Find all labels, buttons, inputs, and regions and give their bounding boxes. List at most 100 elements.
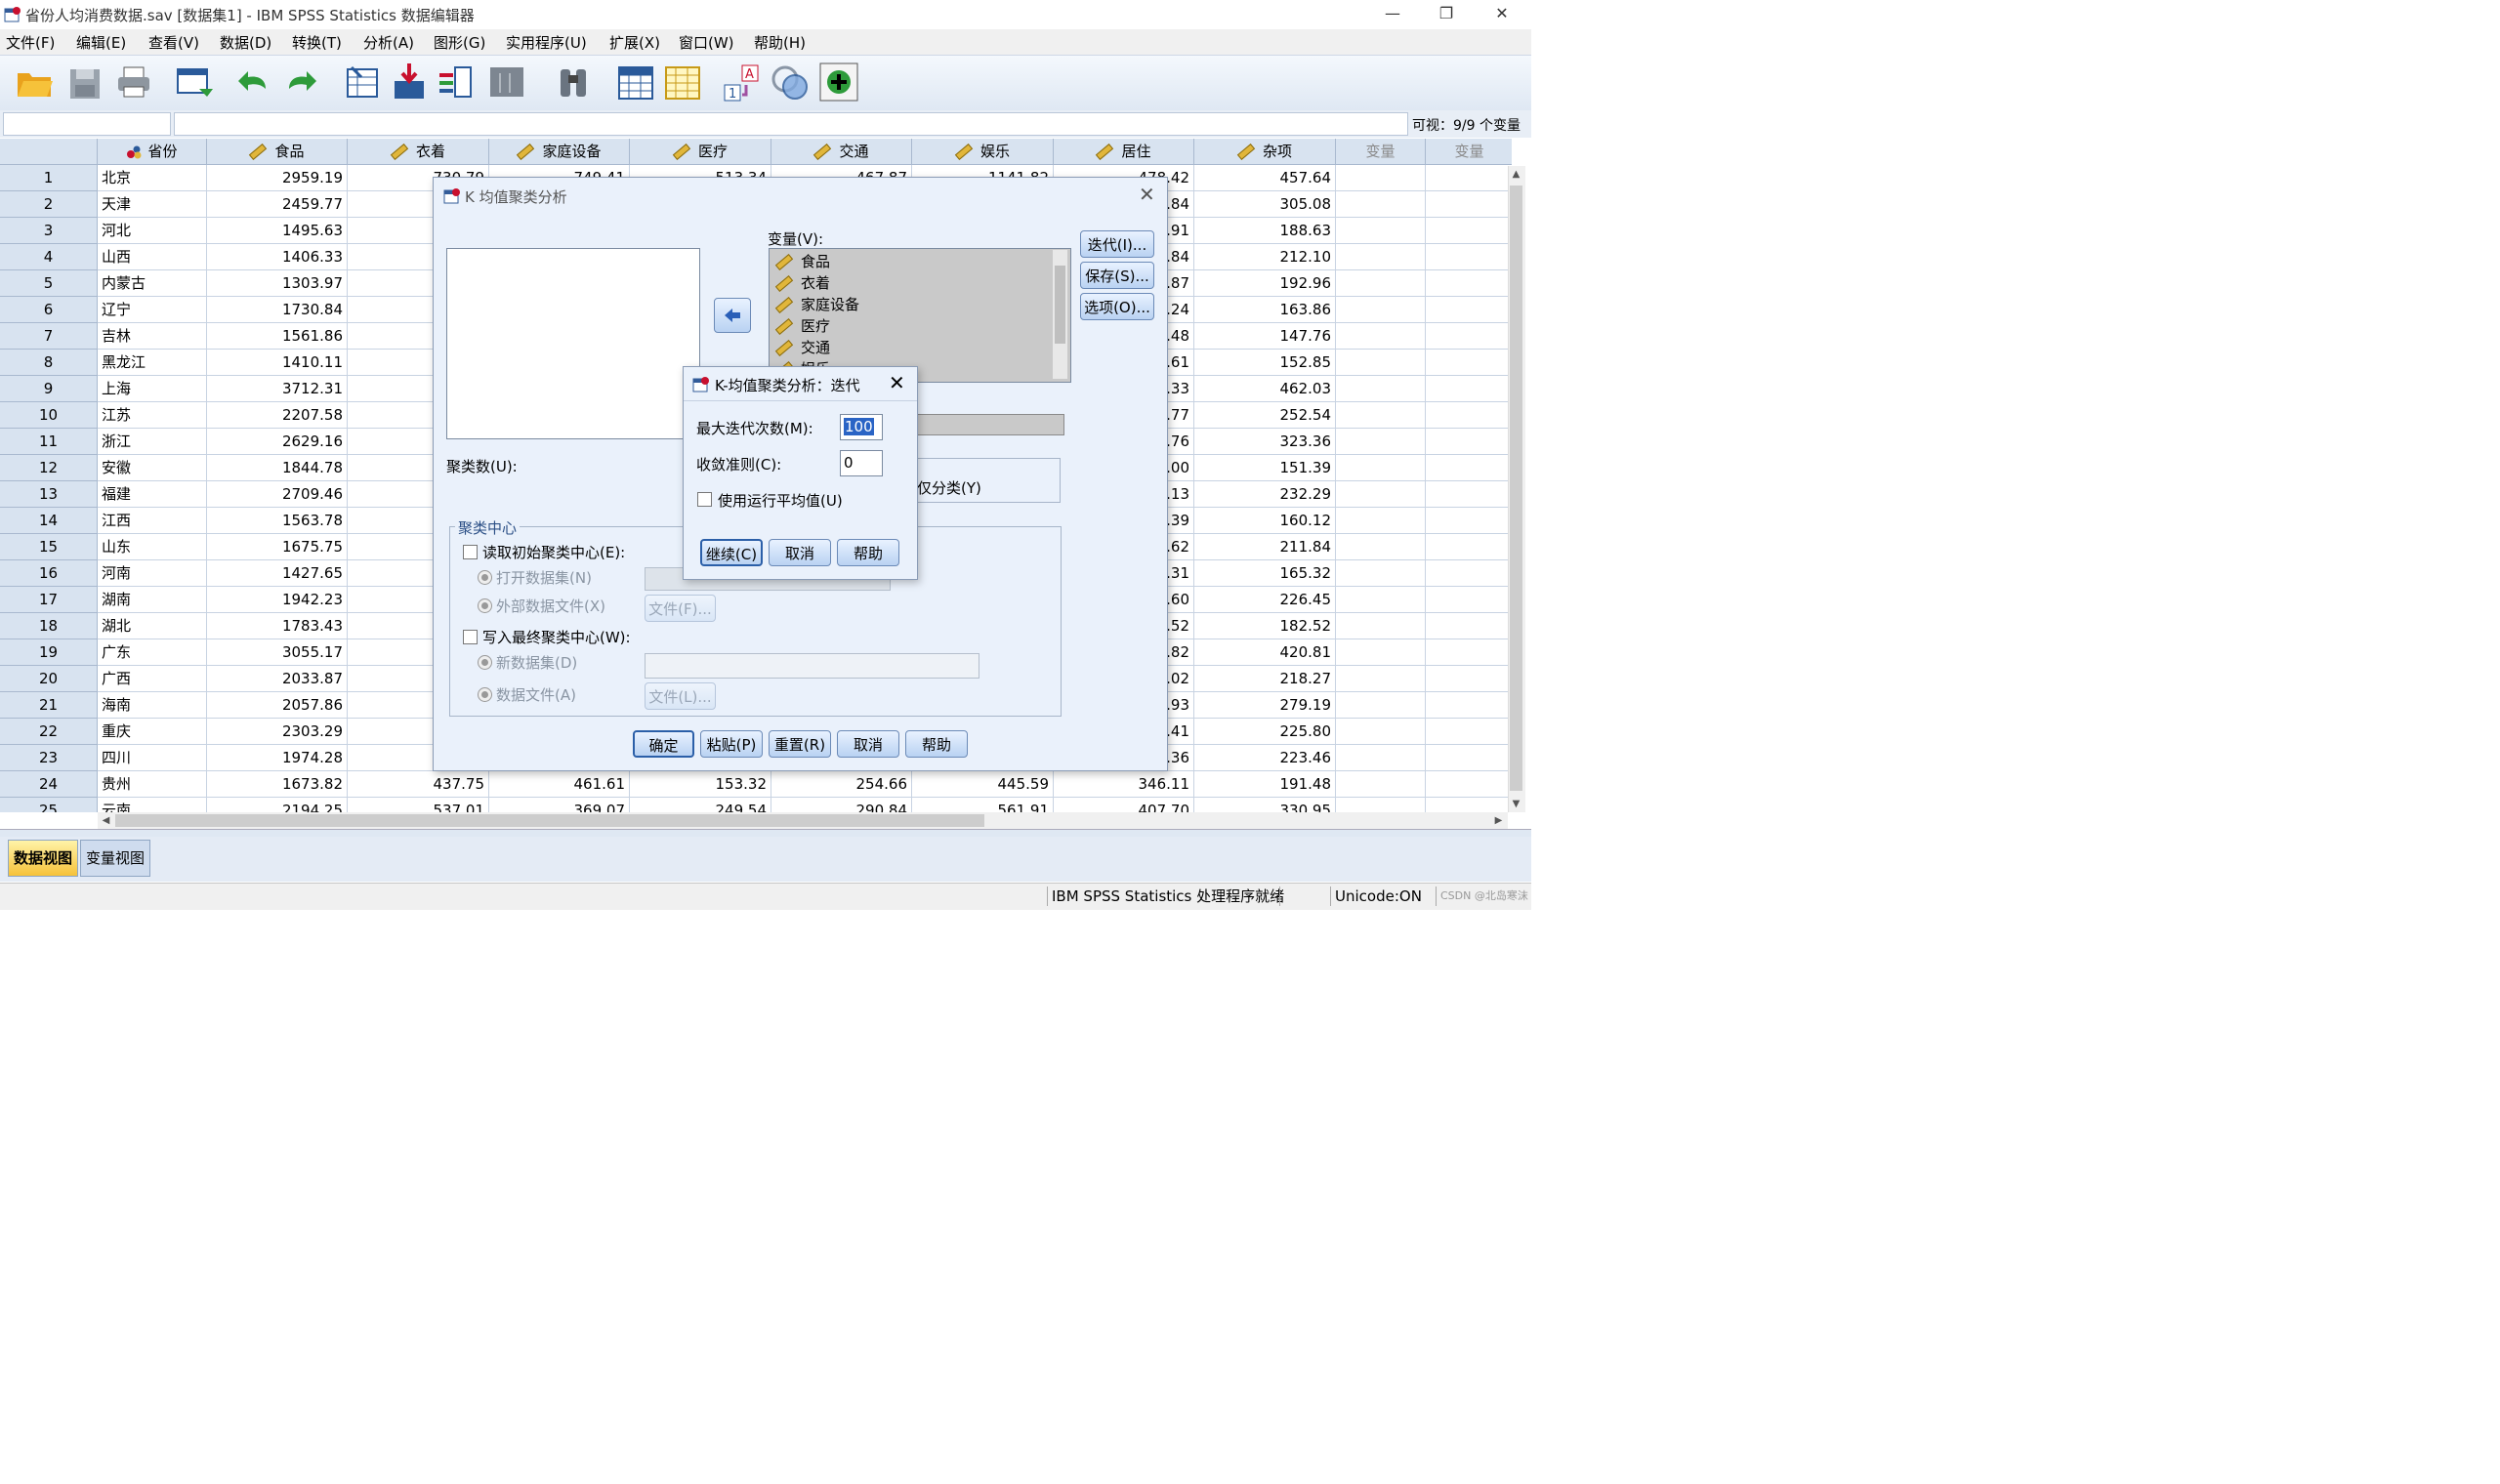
scroll-right-arrow-icon[interactable]: ▶ <box>1490 812 1507 829</box>
table-cell[interactable] <box>1426 719 1512 745</box>
table-cell[interactable] <box>1426 429 1512 455</box>
table-cell[interactable] <box>1336 218 1426 244</box>
table-cell[interactable] <box>1426 534 1512 560</box>
open-file-icon[interactable] <box>14 62 55 103</box>
table-cell[interactable] <box>1426 244 1512 270</box>
selected-variables-list[interactable]: 食品衣着家庭设备医疗交通娱乐 <box>769 248 1071 383</box>
column-header-entertainment[interactable]: 娱乐 <box>912 139 1054 165</box>
cell-value-box[interactable] <box>174 112 1408 136</box>
row-header[interactable]: 11 <box>0 429 98 455</box>
run-descriptives-icon[interactable] <box>486 62 527 103</box>
table-cell[interactable]: 山东 <box>98 534 207 560</box>
table-cell[interactable]: 2033.87 <box>207 666 348 692</box>
table-cell[interactable]: 福建 <box>98 481 207 508</box>
table-cell[interactable]: 1783.43 <box>207 613 348 639</box>
iterate-help-button[interactable]: 帮助 <box>837 539 899 566</box>
table-cell[interactable] <box>1426 455 1512 481</box>
table-cell[interactable]: 天津 <box>98 191 207 218</box>
row-header[interactable]: 14 <box>0 508 98 534</box>
row-header[interactable]: 17 <box>0 587 98 613</box>
table-cell[interactable] <box>1336 508 1426 534</box>
table-cell[interactable]: 445.59 <box>912 771 1054 798</box>
menu-data[interactable]: 数据(D) <box>220 32 271 53</box>
menu-analyze[interactable]: 分析(A) <box>363 32 414 53</box>
case-label-field[interactable] <box>912 414 1064 435</box>
variable-list-item[interactable]: 医疗 <box>774 315 830 337</box>
table-cell[interactable]: 346.11 <box>1054 771 1194 798</box>
table-cell[interactable]: 254.66 <box>771 771 912 798</box>
column-header-housing[interactable]: 居住 <box>1054 139 1194 165</box>
read-initial-checkbox[interactable] <box>463 545 478 563</box>
table-cell[interactable]: 323.36 <box>1194 429 1336 455</box>
table-cell[interactable]: 225.80 <box>1194 719 1336 745</box>
menu-window[interactable]: 窗口(W) <box>679 32 734 53</box>
help-button[interactable]: 帮助 <box>905 730 968 758</box>
column-header-medical[interactable]: 医疗 <box>630 139 771 165</box>
vertical-scroll-thumb[interactable] <box>1510 186 1522 791</box>
row-header[interactable]: 15 <box>0 534 98 560</box>
table-cell[interactable]: 浙江 <box>98 429 207 455</box>
table-cell[interactable]: 湖北 <box>98 613 207 639</box>
row-header[interactable]: 7 <box>0 323 98 350</box>
column-header-household[interactable]: 家庭设备 <box>489 139 630 165</box>
table-cell[interactable] <box>1426 666 1512 692</box>
table-cell[interactable]: 462.03 <box>1194 376 1336 402</box>
continue-button[interactable]: 继续(C) <box>700 539 763 566</box>
table-cell[interactable]: 369.07 <box>489 798 630 812</box>
table-cell[interactable] <box>1426 191 1512 218</box>
table-cell[interactable] <box>1426 639 1512 666</box>
table-cell[interactable]: 163.86 <box>1194 297 1336 323</box>
print-icon[interactable] <box>113 62 154 103</box>
table-cell[interactable]: 191.48 <box>1194 771 1336 798</box>
table-cell[interactable]: 1561.86 <box>207 323 348 350</box>
table-cell[interactable]: 四川 <box>98 745 207 771</box>
table-cell[interactable]: 吉林 <box>98 323 207 350</box>
table-cell[interactable] <box>1426 613 1512 639</box>
table-cell[interactable] <box>1426 798 1512 812</box>
table-cell[interactable]: 165.32 <box>1194 560 1336 587</box>
row-header[interactable]: 25 <box>0 798 98 812</box>
table-cell[interactable]: 1673.82 <box>207 771 348 798</box>
variables-icon[interactable] <box>436 62 477 103</box>
file-button-initial[interactable]: 文件(F)... <box>645 595 716 622</box>
table-cell[interactable] <box>1426 402 1512 429</box>
variable-list-item[interactable]: 衣着 <box>774 272 830 294</box>
value-labels-icon[interactable]: A1 <box>723 62 764 103</box>
table-cell[interactable]: 461.61 <box>489 771 630 798</box>
table-cell[interactable]: 1427.65 <box>207 560 348 587</box>
row-header[interactable]: 20 <box>0 666 98 692</box>
table-cell[interactable] <box>1336 244 1426 270</box>
open-dataset-radio[interactable] <box>478 570 492 589</box>
table-cell[interactable] <box>1426 481 1512 508</box>
table-cell[interactable] <box>1336 165 1426 191</box>
table-cell[interactable] <box>1336 376 1426 402</box>
table-cell[interactable]: 1974.28 <box>207 745 348 771</box>
table-cell[interactable] <box>1336 613 1426 639</box>
table-cell[interactable] <box>1426 771 1512 798</box>
table-cell[interactable]: 457.64 <box>1194 165 1336 191</box>
table-cell[interactable]: 3055.17 <box>207 639 348 666</box>
table-cell[interactable] <box>1336 481 1426 508</box>
table-cell[interactable]: 249.54 <box>630 798 771 812</box>
table-cell[interactable]: 188.63 <box>1194 218 1336 244</box>
scroll-down-arrow-icon[interactable]: ▼ <box>1508 796 1524 812</box>
table-cell[interactable]: 252.54 <box>1194 402 1336 429</box>
table-cell[interactable]: 上海 <box>98 376 207 402</box>
table-cell[interactable]: 2459.77 <box>207 191 348 218</box>
close-button[interactable]: ✕ <box>1475 0 1529 29</box>
source-variable-list[interactable] <box>446 248 700 439</box>
table-cell[interactable] <box>1336 639 1426 666</box>
row-header[interactable]: 12 <box>0 455 98 481</box>
ok-button[interactable]: 确定 <box>633 730 694 758</box>
column-header-misc[interactable]: 杂项 <box>1194 139 1336 165</box>
external-file-radio[interactable] <box>478 598 492 617</box>
table-cell[interactable]: 147.76 <box>1194 323 1336 350</box>
row-header[interactable]: 6 <box>0 297 98 323</box>
row-header[interactable]: 19 <box>0 639 98 666</box>
row-header[interactable]: 4 <box>0 244 98 270</box>
goto-case-icon[interactable] <box>342 62 383 103</box>
variables-list-scroll-thumb[interactable] <box>1055 266 1065 344</box>
table-cell[interactable]: 2194.25 <box>207 798 348 812</box>
table-cell[interactable] <box>1336 350 1426 376</box>
menu-extensions[interactable]: 扩展(X) <box>609 32 660 53</box>
